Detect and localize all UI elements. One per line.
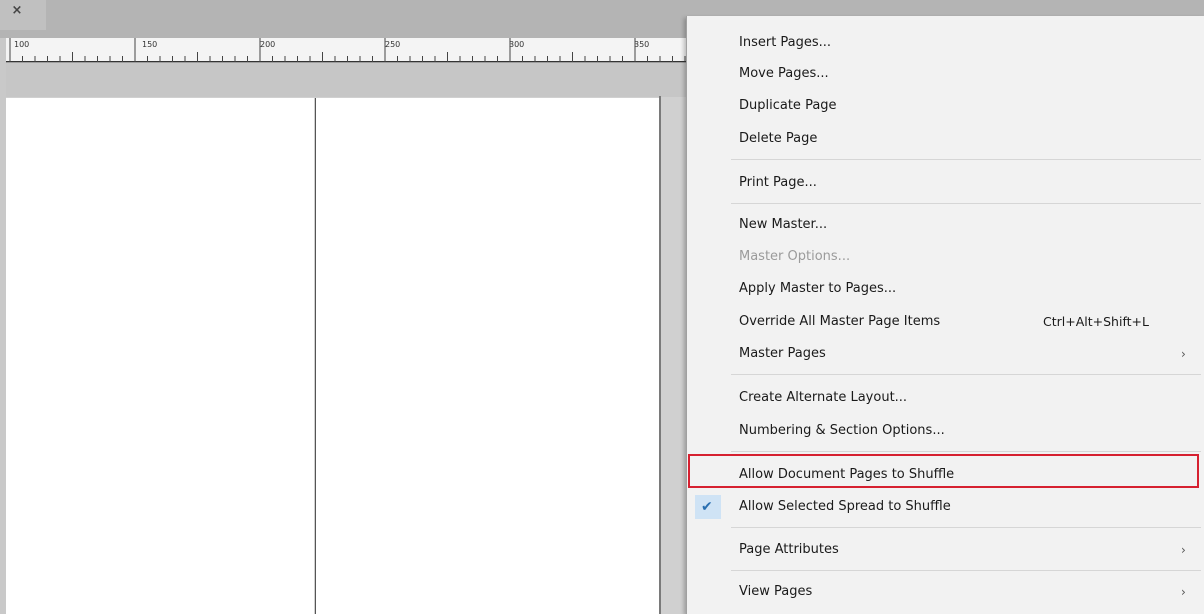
menu-item-numbering-section-options[interactable]: Numbering & Section Options... — [687, 416, 1204, 446]
menu-item-page-attributes[interactable]: Page Attributes › — [687, 535, 1204, 565]
close-icon[interactable]: × — [10, 4, 24, 18]
page-shadow-edge — [659, 96, 661, 614]
chevron-right-icon: › — [1181, 585, 1186, 599]
menu-item-label: Delete Page — [739, 131, 818, 146]
menu-item-override-master-items[interactable]: Override All Master Page Items Ctrl+Alt+… — [687, 307, 1204, 337]
ruler-label: 300 — [509, 40, 525, 49]
menu-item-move-pages[interactable]: Move Pages... — [687, 59, 1204, 89]
right-page[interactable] — [315, 98, 660, 614]
menu-item-label: Master Options... — [739, 249, 851, 264]
menu-item-allow-selected-spread-shuffle[interactable]: ✔ Allow Selected Spread to Shuffle — [687, 492, 1204, 522]
menu-item-shortcut: Ctrl+Alt+Shift+L — [1043, 314, 1149, 329]
chevron-right-icon: › — [1181, 543, 1186, 557]
menu-item-label: New Master... — [739, 217, 828, 232]
menu-item-label: View Pages — [739, 584, 813, 599]
menu-item-duplicate-page[interactable]: Duplicate Page — [687, 91, 1204, 121]
chevron-right-icon: › — [1181, 347, 1186, 361]
ruler-label: 350 — [634, 40, 650, 49]
ruler-ticks — [6, 38, 686, 62]
menu-item-apply-master[interactable]: Apply Master to Pages... — [687, 274, 1204, 304]
ruler-label: 150 — [142, 40, 158, 49]
menu-item-label: Create Alternate Layout... — [739, 390, 908, 405]
checkmark-icon: ✔ — [701, 499, 713, 515]
menu-item-label: Allow Selected Spread to Shuffle — [739, 499, 951, 514]
menu-item-insert-pages[interactable]: Insert Pages... — [687, 28, 1204, 58]
left-page[interactable] — [6, 98, 314, 614]
menu-item-delete-page[interactable]: Delete Page — [687, 124, 1204, 154]
menu-item-label: Insert Pages... — [739, 35, 832, 50]
menu-item-create-alternate-layout[interactable]: Create Alternate Layout... — [687, 383, 1204, 413]
menu-separator — [731, 570, 1201, 571]
menu-item-label: Numbering & Section Options... — [739, 423, 945, 438]
menu-separator — [731, 159, 1201, 160]
menu-item-label: Master Pages — [739, 346, 826, 361]
ruler-label: 250 — [385, 40, 401, 49]
menu-separator — [731, 527, 1201, 528]
menu-item-view-pages[interactable]: View Pages › — [687, 577, 1204, 607]
horizontal-ruler: 100 150 200 250 300 350 — [6, 38, 686, 63]
menu-item-label: Duplicate Page — [739, 98, 837, 113]
pages-context-menu: Insert Pages... Move Pages... Duplicate … — [686, 16, 1204, 614]
menu-item-print-page[interactable]: Print Page... — [687, 168, 1204, 198]
menu-item-new-master[interactable]: New Master... — [687, 210, 1204, 240]
menu-item-label: Override All Master Page Items — [739, 314, 941, 329]
document-tab[interactable]: × — [0, 0, 46, 30]
menu-item-master-pages[interactable]: Master Pages › — [687, 339, 1204, 369]
menu-separator — [731, 374, 1201, 375]
menu-separator — [731, 203, 1201, 204]
menu-item-label: Move Pages... — [739, 66, 829, 81]
ruler-label: 100 — [14, 40, 30, 49]
menu-item-label: Page Attributes — [739, 542, 839, 557]
menu-separator — [731, 451, 1201, 452]
ruler-label: 200 — [260, 40, 276, 49]
menu-item-master-options: Master Options... — [687, 242, 1204, 272]
menu-item-label: Print Page... — [739, 175, 817, 190]
menu-item-label: Apply Master to Pages... — [739, 281, 897, 296]
highlight-box — [688, 454, 1199, 488]
ruler-gap — [6, 63, 686, 97]
